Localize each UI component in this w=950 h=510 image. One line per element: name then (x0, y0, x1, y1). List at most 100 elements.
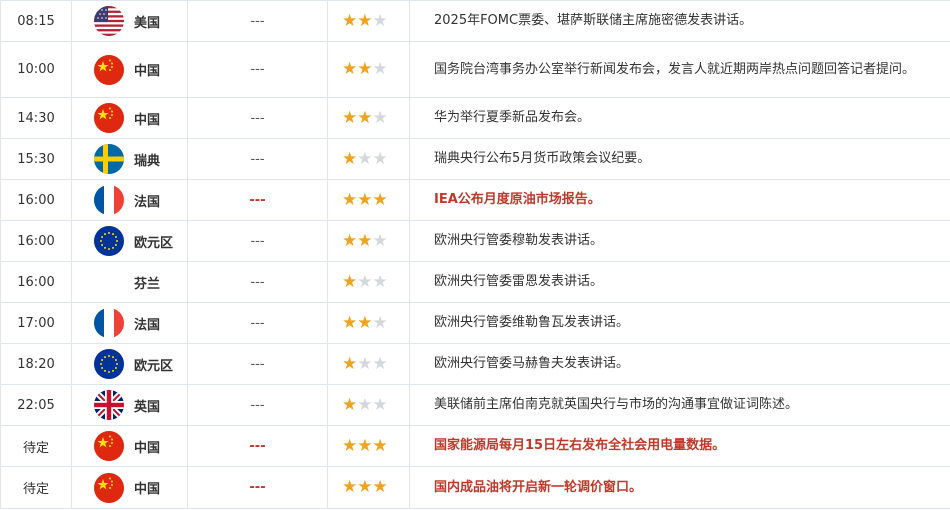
event-time: 14:30 (0, 97, 72, 139)
event-time: 16:00 (0, 220, 72, 262)
france-flag-icon (94, 308, 124, 338)
country-name: 美国 (134, 15, 161, 31)
star-icon: ★ (372, 10, 388, 31)
sweden-flag-icon (94, 144, 124, 174)
event-description: 国务院台湾事务办公室举行新闻发布会，发言人就近期两岸热点问题回答记者提问。 (409, 41, 950, 98)
event-description: 欧洲央行管委雷恩发表讲话。 (409, 261, 950, 303)
table-row: 待定 中国 --- ★★★ 国家能源局每月15日左右发布全社会用电量数据。 (0, 425, 950, 467)
country-name: 英国 (134, 399, 161, 415)
star-icon: ★ (357, 394, 373, 415)
previous-value: --- (187, 466, 328, 509)
star-icon: ★ (372, 271, 388, 292)
importance-rating: ★★★ (327, 302, 410, 344)
star-icon: ★ (372, 353, 388, 374)
country-name: 中国 (134, 440, 161, 456)
star-icon: ★ (342, 59, 358, 79)
event-description: 华为举行夏季新品发布会。 (409, 97, 950, 139)
star-icon: ★ (342, 107, 358, 128)
previous-value: --- (187, 425, 328, 467)
star-icon: ★ (372, 435, 388, 456)
star-icon: ★ (357, 10, 373, 31)
previous-value: --- (187, 343, 328, 385)
star-icon: ★ (372, 230, 388, 251)
event-description: IEA公布月度原油市场报告。 (409, 179, 950, 221)
star-icon: ★ (342, 435, 358, 456)
event-description: 2025年FOMC票委、堪萨斯联储主席施密德发表讲话。 (409, 0, 950, 42)
event-time: 17:00 (0, 302, 72, 344)
event-description: 国内成品油将开启新一轮调价窗口。 (409, 466, 950, 509)
event-description: 美联储前主席伯南克就英国央行与市场的沟通事宜做证词陈述。 (409, 384, 950, 426)
country-name: 中国 (134, 482, 161, 497)
country-cell: 欧元区 (71, 220, 188, 262)
previous-value: --- (187, 261, 328, 303)
star-icon: ★ (357, 230, 373, 251)
importance-rating: ★★★ (327, 138, 410, 180)
star-icon: ★ (342, 312, 358, 333)
previous-value: --- (187, 41, 328, 98)
event-time: 待定 (0, 466, 72, 509)
star-icon: ★ (357, 271, 373, 292)
table-row: 16:00 法国 --- ★★★ IEA公布月度原油市场报告。 (0, 179, 950, 221)
importance-rating: ★★★ (327, 41, 410, 98)
country-name: 欧元区 (134, 358, 174, 374)
table-row: 10:00 中国 --- ★★★ 国务院台湾事务办公室举行新闻发布会，发言人就近期两岸热… (0, 41, 950, 98)
previous-value: --- (187, 384, 328, 426)
country-name: 法国 (134, 317, 161, 333)
star-icon: ★ (372, 477, 388, 497)
uk-flag-icon (94, 390, 124, 420)
star-icon: ★ (357, 353, 373, 374)
star-icon: ★ (372, 148, 388, 169)
previous-value: --- (187, 0, 328, 42)
previous-value: --- (187, 220, 328, 262)
importance-rating: ★★★ (327, 466, 410, 509)
importance-rating: ★★★ (327, 220, 410, 262)
star-icon: ★ (342, 230, 358, 251)
table-row: 15:30 瑞典 --- ★★★ 瑞典央行公布5月货币政策会议纪要。 (0, 138, 950, 180)
event-time: 22:05 (0, 384, 72, 426)
country-cell: 芬兰 (71, 261, 188, 303)
country-cell: 欧元区 (71, 343, 188, 385)
table-row: 08:15 美国 --- ★★★ 2025年FOMC票委、堪萨斯联储主席施密德发表讲话。 (0, 0, 950, 42)
flag-placeholder (94, 267, 124, 297)
star-icon: ★ (357, 312, 373, 333)
table-row: 16:00 欧元区 --- ★★★ 欧洲央行管委穆勒发表讲话。 (0, 220, 950, 262)
importance-rating: ★★★ (327, 179, 410, 221)
country-cell: 中国 (71, 41, 188, 98)
star-icon: ★ (372, 107, 388, 128)
event-time: 08:15 (0, 0, 72, 42)
star-icon: ★ (342, 148, 358, 169)
event-description: 国家能源局每月15日左右发布全社会用电量数据。 (409, 425, 950, 467)
star-icon: ★ (372, 189, 388, 210)
eu-flag-icon (94, 349, 124, 379)
star-icon: ★ (372, 394, 388, 415)
event-time: 18:20 (0, 343, 72, 385)
table-row: 22:05 英国 --- ★★★ 美联储前主席伯南克就英国央行与市场的沟通事宜做证词陈述… (0, 384, 950, 426)
previous-value: --- (187, 138, 328, 180)
table-row: 18:20 欧元区 --- ★★★ 欧洲央行管委马赫鲁夫发表讲话。 (0, 343, 950, 385)
star-icon: ★ (342, 477, 358, 497)
country-name: 瑞典 (134, 153, 161, 169)
importance-rating: ★★★ (327, 261, 410, 303)
country-name: 法国 (134, 194, 161, 210)
previous-value: --- (187, 97, 328, 139)
eu-flag-icon (94, 226, 124, 256)
country-cell: 中国 (71, 466, 188, 509)
event-time: 15:30 (0, 138, 72, 180)
china-flag-icon (94, 103, 124, 133)
country-name: 中国 (134, 64, 161, 79)
country-cell: 法国 (71, 179, 188, 221)
event-description: 欧洲央行管委马赫鲁夫发表讲话。 (409, 343, 950, 385)
star-icon: ★ (342, 189, 358, 210)
country-cell: 法国 (71, 302, 188, 344)
country-cell: 美国 (71, 0, 188, 42)
us-flag-icon (94, 6, 124, 36)
star-icon: ★ (357, 435, 373, 456)
star-icon: ★ (357, 59, 373, 79)
star-icon: ★ (357, 477, 373, 497)
previous-value: --- (187, 302, 328, 344)
france-flag-icon (94, 185, 124, 215)
table-row: 17:00 法国 --- ★★★ 欧洲央行管委维勒鲁瓦发表讲话。 (0, 302, 950, 344)
table-row: 待定 中国 --- ★★★ 国内成品油将开启新一轮调价窗口。 (0, 466, 950, 509)
event-time: 16:00 (0, 179, 72, 221)
star-icon: ★ (372, 312, 388, 333)
